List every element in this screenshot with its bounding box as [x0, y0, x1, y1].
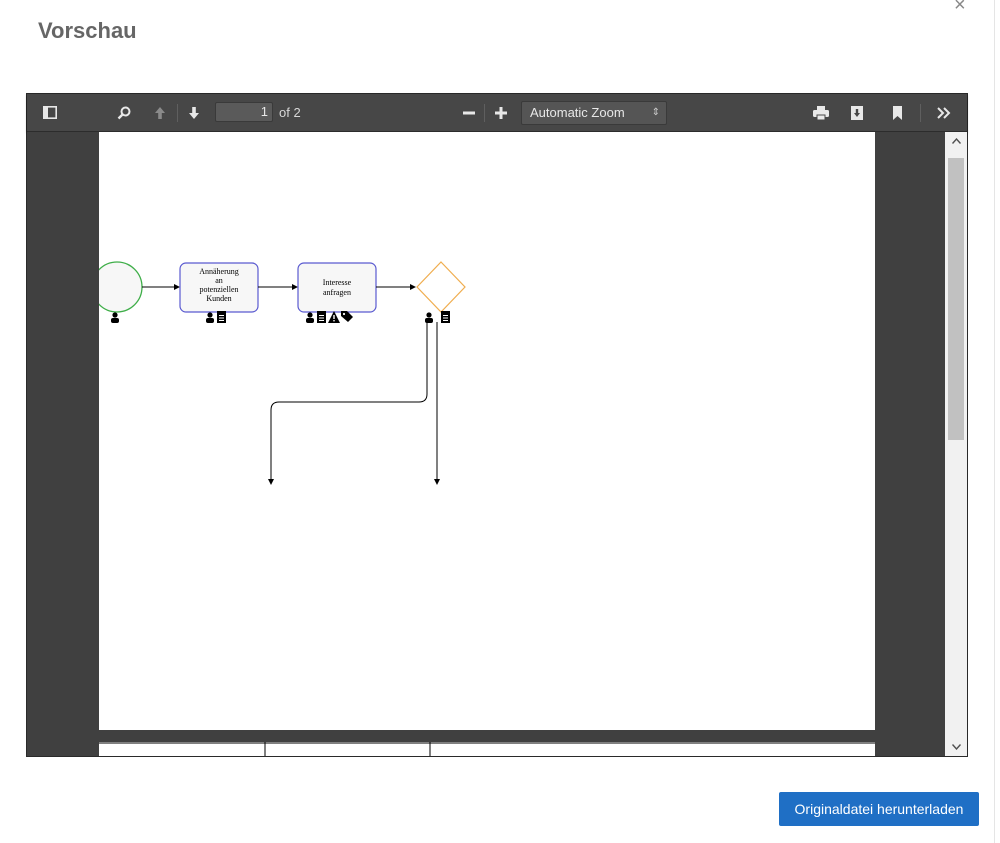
search-icon[interactable] — [111, 94, 137, 131]
page-count-label: of 2 — [279, 105, 301, 120]
page-2-table — [99, 742, 875, 756]
next-page-icon[interactable] — [181, 94, 207, 131]
toolbar-separator — [920, 104, 921, 122]
bookmark-icon[interactable] — [887, 94, 907, 131]
process-diagram: Annäherung an potenziellen Kunden Intere… — [91, 261, 466, 485]
print-icon[interactable] — [809, 94, 833, 131]
pdf-viewer: 1 of 2 Automatic Zoom ⇕ Annäherung an po… — [26, 93, 968, 757]
gateway — [416, 261, 466, 313]
dialog-title: Vorschau — [38, 18, 137, 43]
pdf-page: Annäherung an potenziellen Kunden Intere… — [91, 132, 875, 730]
task-label-line: an — [215, 276, 223, 285]
toolbar-separator — [484, 104, 485, 122]
warning-icon — [328, 311, 340, 323]
task-label-line: potenziellen — [199, 285, 238, 294]
download-icon[interactable] — [845, 94, 869, 131]
zoom-select[interactable]: Automatic Zoom ⇕ — [521, 101, 667, 125]
person-icon — [425, 312, 433, 323]
flow-arrow — [268, 322, 428, 485]
person-icon — [306, 312, 314, 323]
pdf-content[interactable]: Annäherung an potenziellen Kunden Intere… — [27, 132, 945, 756]
person-icon — [111, 312, 119, 323]
tag-icon — [341, 311, 353, 322]
task-label-line: Annäherung — [199, 267, 239, 276]
tools-icon[interactable] — [929, 94, 959, 131]
close-button[interactable]: × — [954, 0, 966, 17]
scroll-up-icon[interactable] — [945, 132, 967, 150]
scroll-thumb[interactable] — [948, 158, 964, 440]
task-label-line: Kunden — [206, 294, 231, 303]
task-label-line: anfragen — [323, 288, 351, 297]
download-original-button[interactable]: Originaldatei herunterladen — [779, 792, 979, 826]
zoom-in-icon[interactable] — [489, 94, 513, 131]
document-icon — [317, 311, 326, 323]
person-icon — [206, 312, 214, 323]
task-label-line: Interesse — [323, 278, 352, 287]
scroll-down-icon[interactable] — [945, 738, 967, 756]
start-event — [91, 261, 143, 313]
page-number-input[interactable]: 1 — [215, 102, 273, 122]
sidebar-toggle-icon[interactable] — [37, 94, 63, 131]
document-icon — [441, 311, 450, 323]
toolbar-separator — [177, 104, 178, 122]
vertical-scrollbar[interactable] — [945, 132, 967, 756]
select-arrows-icon: ⇕ — [651, 107, 660, 118]
pdf-page-2 — [99, 742, 875, 756]
zoom-value: Automatic Zoom — [530, 105, 625, 120]
previous-page-icon[interactable] — [147, 94, 173, 131]
document-icon — [217, 311, 226, 323]
zoom-out-icon[interactable] — [457, 94, 481, 131]
preview-dialog: × Vorschau 1 of 2 Automatic Zoom ⇕ Annäh… — [0, 0, 995, 843]
viewer-toolbar: 1 of 2 Automatic Zoom ⇕ — [27, 94, 967, 132]
